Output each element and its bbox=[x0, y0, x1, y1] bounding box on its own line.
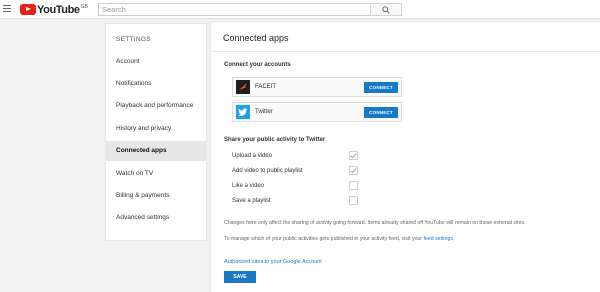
play-logo-icon bbox=[20, 4, 36, 15]
connect-accounts-heading: Connect your accounts bbox=[224, 62, 291, 68]
share-option-like: Like a video bbox=[232, 181, 362, 196]
feed-settings-note: To manage which of your public activitie… bbox=[224, 236, 454, 242]
share-option-label: Add video to public playlist bbox=[232, 168, 303, 174]
sidebar-item-watch-on-tv[interactable]: Watch on TV bbox=[106, 164, 206, 184]
title-divider bbox=[211, 51, 600, 52]
faceit-account-card: FACEIT CONNECT bbox=[232, 77, 402, 97]
connected-apps-panel: Connected apps Connect your accounts FAC… bbox=[210, 23, 600, 292]
search-bar bbox=[98, 3, 402, 16]
faceit-connect-button[interactable]: CONNECT bbox=[364, 81, 398, 93]
authorized-sites-link[interactable]: Authorized sites to your Google Account bbox=[224, 259, 322, 265]
sidebar-item-playback[interactable]: Playback and performance bbox=[106, 96, 206, 116]
feed-settings-link[interactable]: feed settings bbox=[424, 236, 453, 242]
share-activity-heading: Share your public activity to Twitter bbox=[224, 137, 326, 143]
sidebar-heading: SETTINGS bbox=[116, 36, 151, 43]
settings-sidebar: SETTINGS Account Notifications Playback … bbox=[105, 23, 207, 241]
save-button[interactable]: SAVE bbox=[224, 271, 256, 283]
sidebar-item-account[interactable]: Account bbox=[106, 52, 206, 72]
search-button[interactable] bbox=[370, 3, 402, 16]
add-to-playlist-checkbox[interactable] bbox=[349, 166, 358, 175]
sidebar-item-notifications[interactable]: Notifications bbox=[106, 74, 206, 94]
search-icon bbox=[382, 5, 390, 14]
faceit-account-name: FACEIT bbox=[255, 84, 277, 90]
logo-country-code: GB bbox=[80, 3, 88, 10]
share-option-save-playlist: Save a playlist bbox=[232, 196, 362, 211]
twitter-account-card: Twitter CONNECT bbox=[232, 102, 402, 122]
hamburger-menu-icon[interactable] bbox=[3, 4, 11, 14]
twitter-connect-button[interactable]: CONNECT bbox=[364, 106, 398, 118]
twitter-icon bbox=[236, 105, 250, 119]
share-option-label: Like a video bbox=[232, 183, 265, 189]
masthead: YouTube GB bbox=[0, 0, 600, 19]
sidebar-item-billing[interactable]: Billing & payments bbox=[106, 186, 206, 206]
like-video-checkbox[interactable] bbox=[349, 181, 358, 190]
sharing-note: Changes here only affect the sharing of … bbox=[224, 220, 526, 226]
feed-note-prefix: To manage which of your public activitie… bbox=[224, 236, 424, 242]
upload-video-checkbox[interactable] bbox=[349, 151, 358, 160]
share-option-label: Upload a video bbox=[232, 153, 273, 159]
share-option-playlist-add: Add video to public playlist bbox=[232, 166, 362, 181]
logo-text: YouTube bbox=[37, 3, 80, 16]
feed-note-suffix: . bbox=[452, 236, 455, 242]
sidebar-item-connected-apps[interactable]: Connected apps bbox=[106, 141, 206, 161]
search-input[interactable] bbox=[98, 3, 370, 16]
sidebar-item-history-privacy[interactable]: History and privacy bbox=[106, 119, 206, 139]
share-option-label: Save a playlist bbox=[232, 198, 271, 204]
faceit-icon bbox=[236, 80, 250, 94]
twitter-account-name: Twitter bbox=[255, 109, 273, 115]
youtube-logo[interactable]: YouTube GB bbox=[20, 3, 88, 16]
page-title: Connected apps bbox=[223, 33, 289, 43]
save-playlist-checkbox[interactable] bbox=[349, 196, 358, 205]
sidebar-item-advanced[interactable]: Advanced settings bbox=[106, 208, 206, 228]
share-option-upload: Upload a video bbox=[232, 151, 362, 166]
